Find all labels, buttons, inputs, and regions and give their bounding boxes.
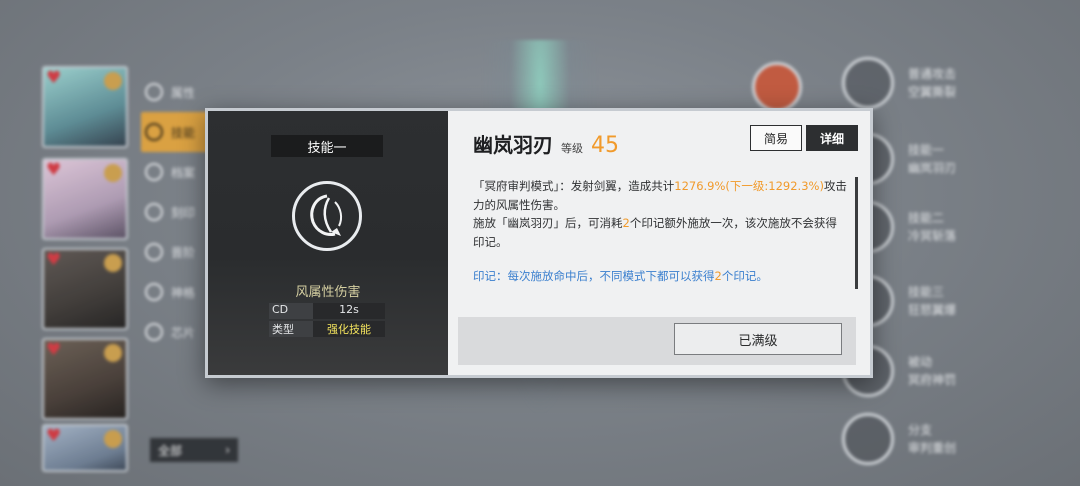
tab-detailed[interactable]: 详细 [806,125,858,151]
level-value: 45 [591,133,619,158]
side-menu-item-attributes[interactable]: 属性 [145,72,215,112]
heart-icon: ♥ [46,250,62,270]
heart-icon: ♥ [46,160,62,180]
heart-icon: ♥ [46,426,62,446]
imprint-icon [145,203,163,221]
chevron-right-icon: › [225,443,230,457]
character-portrait[interactable]: ♥ [42,338,128,420]
skill-slot-label: 技能一 [271,135,383,157]
skill-detail-dialog: 技能一 风属性伤害 CD 12s 类型 强化技能 幽岚羽刃 等级 45 简易 详… [205,108,873,378]
skill-list-item[interactable]: 普通攻击 空翼撕裂 [842,52,1042,114]
skill-summary-panel: 技能一 风属性伤害 CD 12s 类型 强化技能 [208,111,458,375]
skill-title: 幽岚羽刃 等级 45 [473,129,619,158]
rank-badge-icon [104,164,122,182]
stat-value: 12s [313,303,385,319]
level-label: 等级 [561,142,583,155]
description-scrollbar[interactable] [855,177,858,289]
rank-badge-icon [104,72,122,90]
stat-key: 类型 [269,321,313,337]
element-emblem-icon [752,62,802,112]
chip-icon [145,323,163,341]
mark-note: 印记：每次施放命中后，不同模式下都可以获得2个印记。 [473,269,768,283]
rank-badge-icon [104,430,122,448]
rank-badge-icon [104,344,122,362]
heart-icon: ♥ [46,340,62,360]
damage-type-label: 风属性伤害 [295,285,361,300]
description-paragraph: 「冥府审判模式」：发射剑翼，造成共计1276.9%(下一级:1292.3%)攻击… [473,179,847,212]
skill-detail-panel: 幽岚羽刃 等级 45 简易 详细 「冥府审判模式」：发射剑翼，造成共计1276.… [448,111,870,375]
skill-ring-icon [842,57,894,109]
detail-mode-tabs: 简易 详细 [750,125,858,151]
rank-badge-icon [104,254,122,272]
attributes-icon [145,83,163,101]
archive-icon [145,163,163,181]
character-portrait[interactable]: ♥ [42,66,128,148]
character-portrait[interactable]: ♥ [42,424,128,472]
skill-type-row: 类型 强化技能 [269,321,385,337]
tab-simple[interactable]: 简易 [750,125,802,151]
stat-key: CD [269,303,313,319]
character-portrait[interactable]: ♥ [42,248,128,330]
side-menu-item-skills[interactable]: 技能 [141,112,215,152]
description-paragraph: 施放「幽岚羽刃」后，可消耗2个印记额外施放一次，该次施放不会获得印记。 [473,216,837,249]
all-filter-button[interactable]: 全部 › [150,438,238,462]
skill-list-item[interactable]: 分支 审判重创 [842,408,1042,470]
cooldown-row: CD 12s [269,303,385,319]
skill-description: 「冥府审判模式」：发射剑翼，造成共计1276.9%(下一级:1292.3%)攻击… [473,177,848,286]
skill-ring-icon [842,413,894,465]
divinity-icon [145,283,163,301]
heart-icon: ♥ [46,68,62,88]
skill-name: 幽岚羽刃 [473,133,553,157]
skills-icon [145,123,163,141]
stat-value: 强化技能 [313,321,385,337]
trophy-icon [145,243,163,261]
wing-blade-skill-icon [292,181,362,251]
max-level-button[interactable]: 已满级 [674,323,842,355]
upgrade-bar: 已满级 [458,317,856,365]
character-portrait[interactable]: ♥ [42,158,128,240]
